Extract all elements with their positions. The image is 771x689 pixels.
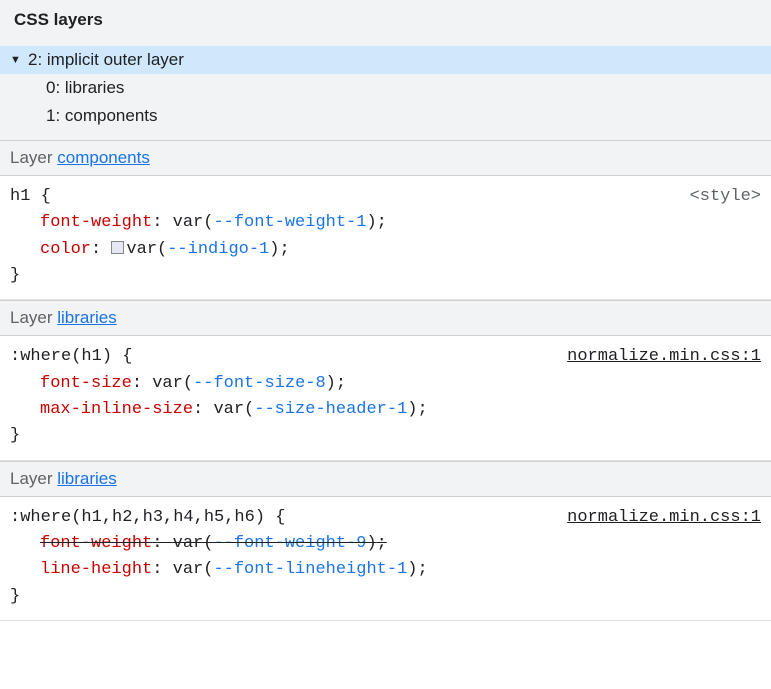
rule-source-link[interactable]: normalize.min.css:1 [567,344,761,370]
layer-link[interactable]: libraries [57,308,117,327]
layer-prefix: Layer [10,469,57,488]
rule-close: } [10,263,761,289]
tree-row-root[interactable]: ▼ 2: implicit outer layer [0,46,771,74]
declaration-overridden[interactable]: font-weight: var(--font-weight-9); [10,531,761,557]
declaration[interactable]: font-weight: var(--font-weight-1); [10,210,761,236]
color-swatch[interactable] [111,241,124,254]
rule-close: } [10,584,761,610]
rule-source: <style> [690,184,761,210]
tree-label: 0: libraries [46,78,124,98]
css-layers-tree: ▼ 2: implicit outer layer 0: libraries 1… [0,40,771,140]
declaration[interactable]: font-size: var(--font-size-8); [10,371,761,397]
layer-header: Layer libraries [0,461,771,497]
tree-label: 2: implicit outer layer [28,50,184,70]
css-rule: <style> h1 { font-weight: var(--font-wei… [0,176,771,300]
declaration[interactable]: color: var(--indigo-1); [10,237,761,263]
layer-header: Layer libraries [0,300,771,336]
selector[interactable]: h1 { [10,184,761,210]
css-rule: normalize.min.css:1 :where(h1,h2,h3,h4,h… [0,497,771,621]
layer-link[interactable]: libraries [57,469,117,488]
tree-label: 1: components [46,106,158,126]
rule-close: } [10,423,761,449]
layer-prefix: Layer [10,308,57,327]
layer-header: Layer components [0,140,771,176]
css-rule: normalize.min.css:1 :where(h1) { font-si… [0,336,771,460]
declaration[interactable]: line-height: var(--font-lineheight-1); [10,557,761,583]
layer-prefix: Layer [10,148,57,167]
panel-title: CSS layers [0,0,771,40]
tree-row-child[interactable]: 1: components [0,102,771,130]
declaration[interactable]: max-inline-size: var(--size-header-1); [10,397,761,423]
rule-source-link[interactable]: normalize.min.css:1 [567,505,761,531]
tree-row-child[interactable]: 0: libraries [0,74,771,102]
layer-link[interactable]: components [57,148,150,167]
chevron-down-icon[interactable]: ▼ [10,54,24,66]
